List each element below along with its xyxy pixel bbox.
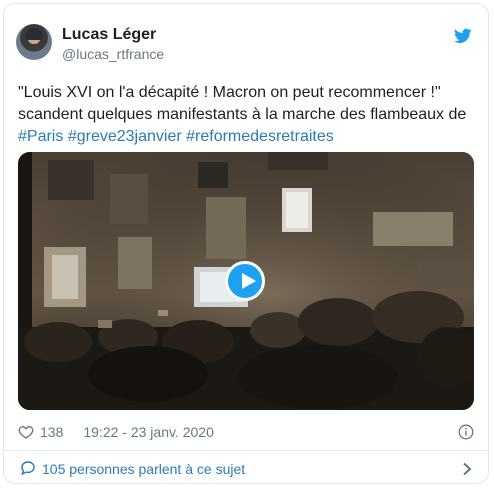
hashtag-link[interactable]: #reformedesretraites — [186, 128, 334, 145]
conversation-label: 105 personnes parlent à ce sujet — [42, 461, 246, 477]
tweet-text: "Louis XVI on l'a décapité ! Macron on p… — [18, 82, 480, 148]
tweet-meta: 138 19:22 - 23 janv. 2020 — [18, 422, 214, 442]
video-thumbnail[interactable] — [18, 152, 474, 410]
avatar[interactable] — [16, 24, 52, 60]
play-icon[interactable] — [225, 261, 265, 301]
author-name[interactable]: Lucas Léger — [62, 26, 156, 44]
author-handle[interactable]: @lucas_rtfrance — [62, 46, 164, 62]
hashtag-link[interactable]: #greve23janvier — [68, 128, 182, 145]
tweet-text-line2: scandent quelques manifestants à la marc… — [18, 106, 467, 123]
heart-icon[interactable] — [18, 424, 34, 440]
chevron-right-icon — [463, 462, 472, 476]
like-count[interactable]: 138 — [40, 424, 63, 440]
info-icon[interactable] — [458, 424, 474, 440]
tweet-text-line1: "Louis XVI on l'a décapité ! Macron on p… — [18, 84, 441, 101]
twitter-bird-icon[interactable] — [454, 28, 472, 44]
speech-bubble-icon — [21, 461, 35, 476]
hashtag-link[interactable]: #Paris — [18, 128, 63, 145]
tweet-hashtags: #Paris #greve23janvier #reformedesretrai… — [18, 126, 480, 148]
avatar-helmet — [25, 28, 43, 40]
conversation-link[interactable]: 105 personnes parlent à ce sujet — [4, 451, 488, 483]
tweet-card: Lucas Léger @lucas_rtfrance "Louis XVI o… — [3, 3, 489, 484]
tweet-timestamp[interactable]: 19:22 - 23 janv. 2020 — [83, 424, 214, 440]
